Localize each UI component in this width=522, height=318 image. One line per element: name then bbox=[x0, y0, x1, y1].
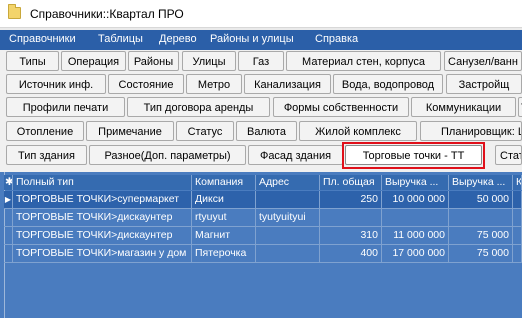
menu-item-districts-streets[interactable]: Районы и улицы bbox=[210, 33, 294, 45]
cell-total-area[interactable]: 310 bbox=[320, 227, 382, 244]
tab-strip: Типы Операция Районы Улицы Газ Материал … bbox=[0, 50, 522, 172]
column-header-revenue-1[interactable]: Выручка ... bbox=[382, 175, 449, 190]
cell-k[interactable] bbox=[513, 245, 522, 262]
tab-building-type[interactable]: Тип здания bbox=[6, 145, 87, 165]
tab-water[interactable]: Вода, водопровод bbox=[333, 74, 443, 94]
tab-wall-material[interactable]: Материал стен, корпуса bbox=[286, 51, 441, 71]
cell-revenue-1[interactable] bbox=[382, 209, 449, 226]
tab-developer[interactable]: Застройщ bbox=[446, 74, 522, 94]
cell-total-area[interactable] bbox=[320, 209, 382, 226]
cell-company[interactable]: Магнит bbox=[192, 227, 256, 244]
tab-condition[interactable]: Состояние bbox=[108, 74, 184, 94]
menu-item-tables[interactable]: Таблицы bbox=[98, 33, 143, 45]
column-header-address[interactable]: Адрес bbox=[256, 175, 320, 190]
cell-company[interactable]: Пятерочка bbox=[192, 245, 256, 262]
cell-address[interactable]: tyutyuityui bbox=[256, 209, 320, 226]
folder-icon bbox=[8, 4, 21, 19]
cell-revenue-1[interactable]: 11 000 000 bbox=[382, 227, 449, 244]
cell-address[interactable] bbox=[256, 227, 320, 244]
cell-total-area[interactable]: 250 bbox=[320, 191, 382, 208]
tab-communications[interactable]: Коммуникации bbox=[411, 97, 516, 117]
menu-item-tree[interactable]: Дерево bbox=[159, 33, 197, 45]
tab-types[interactable]: Типы bbox=[6, 51, 59, 71]
row-indicator bbox=[4, 209, 13, 226]
tab-misc-params[interactable]: Разное(Доп. параметры) bbox=[89, 145, 246, 165]
tab-metro[interactable]: Метро bbox=[186, 74, 242, 94]
tab-t-partial[interactable]: Т bbox=[518, 97, 522, 117]
menu-item-help[interactable]: Справка bbox=[315, 33, 358, 45]
tab-facade[interactable]: Фасад здания bbox=[248, 145, 343, 165]
tab-planner[interactable]: Планировщик: L bbox=[420, 121, 522, 141]
column-header-company[interactable]: Компания bbox=[192, 175, 256, 190]
row-indicator bbox=[4, 227, 13, 244]
table-row[interactable]: ТОРГОВЫЕ ТОЧКИ>магазин у дом Пятерочка 4… bbox=[4, 245, 522, 263]
tab-note[interactable]: Примечание bbox=[86, 121, 174, 141]
tab-lease-type[interactable]: Тип договора аренды bbox=[127, 97, 270, 117]
column-header-total-area[interactable]: Пл. общая bbox=[320, 175, 382, 190]
tab-gas[interactable]: Газ bbox=[238, 51, 284, 71]
table-row[interactable]: ТОРГОВЫЕ ТОЧКИ>дискаунтер rtyuyut tyutyu… bbox=[4, 209, 522, 227]
tab-heating[interactable]: Отопление bbox=[6, 121, 84, 141]
cell-k[interactable] bbox=[513, 191, 522, 208]
cell-total-area[interactable]: 400 bbox=[320, 245, 382, 262]
cell-company[interactable]: Дикси bbox=[192, 191, 256, 208]
cell-k[interactable] bbox=[513, 227, 522, 244]
column-header-full-type[interactable]: Полный тип bbox=[13, 175, 192, 190]
cell-full-type[interactable]: ТОРГОВЫЕ ТОЧКИ>магазин у дом bbox=[13, 245, 192, 262]
column-header-k[interactable]: К bbox=[513, 175, 522, 190]
tab-ownership-forms[interactable]: Формы собственности bbox=[273, 97, 409, 117]
cell-revenue-1[interactable]: 17 000 000 bbox=[382, 245, 449, 262]
cell-company[interactable]: rtyuyut bbox=[192, 209, 256, 226]
tab-bathroom[interactable]: Санузел/ванн bbox=[444, 51, 522, 71]
menu-item-spravochniki[interactable]: Справочники bbox=[9, 33, 76, 45]
tab-info-source[interactable]: Источник инф. bbox=[6, 74, 106, 94]
column-header-revenue-2[interactable]: Выручка ... bbox=[449, 175, 513, 190]
tab-status[interactable]: Статус bbox=[176, 121, 234, 141]
tab-sewerage[interactable]: Канализация bbox=[244, 74, 331, 94]
header-marker: ✱ bbox=[5, 175, 13, 190]
row-indicator bbox=[4, 245, 13, 262]
grid-header: ✱ Полный тип Компания Адрес Пл. общая Вы… bbox=[4, 175, 522, 190]
cell-revenue-2[interactable] bbox=[449, 209, 513, 226]
cell-full-type[interactable]: ТОРГОВЫЕ ТОЧКИ>супермаркет bbox=[13, 191, 192, 208]
title-bar: Справочники::Квартал ПРО bbox=[0, 0, 522, 28]
tab-print-profiles[interactable]: Профили печати bbox=[6, 97, 125, 117]
cell-revenue-2[interactable]: 75 000 bbox=[449, 245, 513, 262]
current-row-indicator: ▶ bbox=[4, 191, 13, 208]
tab-stat-partial[interactable]: Стат bbox=[495, 145, 522, 165]
window-title: Справочники::Квартал ПРО bbox=[30, 7, 184, 21]
tab-operation[interactable]: Операция bbox=[61, 51, 126, 71]
cell-revenue-1[interactable]: 10 000 000 bbox=[382, 191, 449, 208]
cell-address[interactable] bbox=[256, 191, 320, 208]
cell-address[interactable] bbox=[256, 245, 320, 262]
data-grid[interactable]: ✱ Полный тип Компания Адрес Пл. общая Вы… bbox=[0, 172, 522, 318]
table-row[interactable]: ▶ ТОРГОВЫЕ ТОЧКИ>супермаркет Дикси 250 1… bbox=[4, 191, 522, 209]
cell-full-type[interactable]: ТОРГОВЫЕ ТОЧКИ>дискаунтер bbox=[13, 227, 192, 244]
tab-streets[interactable]: Улицы bbox=[182, 51, 236, 71]
menu-bar: Справочники Таблицы Дерево Районы и улиц… bbox=[0, 30, 522, 50]
table-row[interactable]: ТОРГОВЫЕ ТОЧКИ>дискаунтер Магнит 310 11 … bbox=[4, 227, 522, 245]
tab-retail-points[interactable]: Торговые точки - ТТ bbox=[345, 145, 482, 165]
tab-residential-complex[interactable]: Жилой комплекс bbox=[299, 121, 417, 141]
cell-revenue-2[interactable]: 50 000 bbox=[449, 191, 513, 208]
tab-currency[interactable]: Валюта bbox=[236, 121, 297, 141]
cell-full-type[interactable]: ТОРГОВЫЕ ТОЧКИ>дискаунтер bbox=[13, 209, 192, 226]
cell-revenue-2[interactable]: 75 000 bbox=[449, 227, 513, 244]
cell-k[interactable] bbox=[513, 209, 522, 226]
tab-districts[interactable]: Районы bbox=[128, 51, 179, 71]
